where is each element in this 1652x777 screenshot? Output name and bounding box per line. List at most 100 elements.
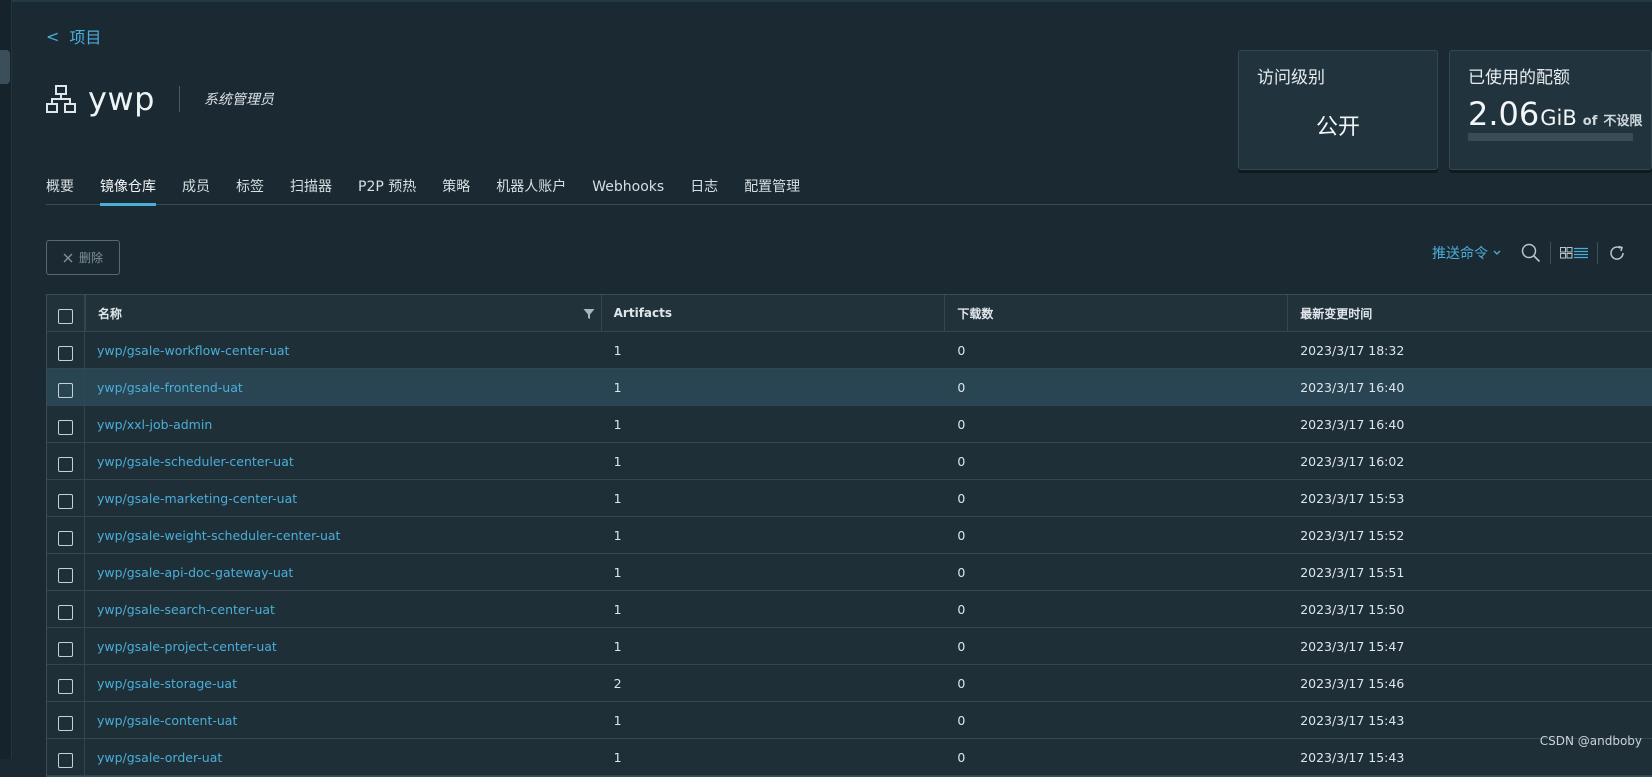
artifacts-cell: 1 xyxy=(613,342,622,358)
column-header-name[interactable]: 名称 xyxy=(84,295,601,331)
row-select-cell xyxy=(47,702,85,738)
repo-link[interactable]: ywp/gsale-project-center-uat xyxy=(97,639,277,654)
access-level-value: 公开 xyxy=(1315,115,1360,140)
push-command-dropdown[interactable]: 推送命令 xyxy=(1432,243,1502,263)
tab-policy[interactable]: 策略 xyxy=(442,176,470,205)
back-arrow-icon: < xyxy=(46,26,60,46)
table-row[interactable]: ywp/gsale-search-center-uat 1 0 2023/3/17 1… xyxy=(47,591,1652,628)
column-header-downloads[interactable]: 下载数 xyxy=(944,295,1287,331)
table-toolbar: 推送命令 xyxy=(1432,241,1652,265)
project-header: ywp 系统管理员 xyxy=(46,80,274,118)
artifacts-cell: 2 xyxy=(613,675,622,691)
repo-link[interactable]: ywp/gsale-search-center-uat xyxy=(97,602,275,617)
downloads-cell: 0 xyxy=(957,601,966,617)
downloads-cell: 0 xyxy=(957,527,966,543)
repo-link[interactable]: ywp/xxl-job-admin xyxy=(97,417,212,432)
repo-link[interactable]: ywp/gsale-storage-uat xyxy=(97,676,237,691)
repo-name-cell: ywp/gsale-project-center-uat xyxy=(85,628,601,664)
artifacts-cell: 1 xyxy=(613,749,622,765)
row-checkbox[interactable] xyxy=(57,567,73,583)
repo-link[interactable]: ywp/gsale-weight-scheduler-center-uat xyxy=(97,528,340,543)
row-select-cell xyxy=(47,554,85,590)
list-view-icon[interactable] xyxy=(1573,242,1589,264)
row-checkbox[interactable] xyxy=(57,715,73,731)
table-row[interactable]: ywp/gsale-order-uat 1 0 2023/3/17 15:43 xyxy=(47,739,1652,776)
row-checkbox[interactable] xyxy=(57,530,73,546)
table-row[interactable]: ywp/gsale-scheduler-center-uat 1 0 2023/3/1… xyxy=(47,443,1652,480)
repo-name-cell: ywp/gsale-frontend-uat xyxy=(85,369,601,405)
column-header-artifacts[interactable]: Artifacts xyxy=(600,295,945,331)
quota-title: 已使用的配额 xyxy=(1468,68,1570,88)
row-checkbox[interactable] xyxy=(57,678,73,694)
table-row[interactable]: ywp/gsale-marketing-center-uat 1 0 2023/3/1… xyxy=(47,480,1652,517)
tab-members[interactable]: 成员 xyxy=(182,176,210,205)
table-row[interactable]: ywp/gsale-storage-uat 2 0 2023/3/17 15:46 xyxy=(47,665,1652,702)
role-label: 系统管理员 xyxy=(203,92,274,108)
artifacts-cell: 1 xyxy=(613,527,622,543)
downloads-cell: 0 xyxy=(957,749,966,765)
refresh-icon[interactable] xyxy=(1606,242,1628,264)
row-checkbox[interactable] xyxy=(57,641,73,657)
table-row[interactable]: ywp/gsale-frontend-uat 1 0 2023/3/17 16:40 xyxy=(47,369,1652,406)
repo-link[interactable]: ywp/gsale-api-doc-gateway-uat xyxy=(97,565,293,580)
select-all-checkbox[interactable] xyxy=(57,308,73,324)
delete-button[interactable]: 删除 xyxy=(46,240,120,275)
artifacts-cell: 1 xyxy=(613,379,622,395)
repo-name-cell: ywp/gsale-order-uat xyxy=(85,739,601,775)
table-row[interactable]: ywp/gsale-workflow-center-uat 1 0 2023/3/17… xyxy=(47,332,1652,369)
repo-link[interactable]: ywp/gsale-workflow-center-uat xyxy=(97,343,289,358)
repo-link[interactable]: ywp/gsale-scheduler-center-uat xyxy=(97,454,294,469)
project-name: ywp xyxy=(88,80,155,118)
filter-icon[interactable] xyxy=(583,308,595,320)
tab-summary[interactable]: 概要 xyxy=(46,176,74,205)
repo-link[interactable]: ywp/gsale-content-uat xyxy=(97,713,237,728)
toolbar-divider xyxy=(1597,242,1598,264)
table-row[interactable]: ywp/gsale-api-doc-gateway-uat 1 0 2023/3/17… xyxy=(47,554,1652,591)
downloads-cell: 0 xyxy=(957,379,966,395)
search-icon[interactable] xyxy=(1520,242,1542,264)
top-border xyxy=(0,0,1652,2)
table-row[interactable]: ywp/xxl-job-admin 1 0 2023/3/17 16:40 xyxy=(47,406,1652,443)
tab-repositories[interactable]: 镜像仓库 xyxy=(100,176,156,206)
repo-link[interactable]: ywp/gsale-marketing-center-uat xyxy=(97,491,297,506)
quota-progress-bar xyxy=(1468,133,1633,141)
downloads-cell: 0 xyxy=(957,638,966,654)
card-view-icon[interactable] xyxy=(1559,242,1573,264)
sidebar-toggle-handle[interactable] xyxy=(0,50,10,84)
tab-p2p-preheat[interactable]: P2P 预热 xyxy=(358,176,416,205)
access-level-card: 访问级别 公开 xyxy=(1238,50,1438,170)
row-checkbox[interactable] xyxy=(57,345,73,361)
table-row[interactable]: ywp/gsale-content-uat 1 0 2023/3/17 15:43 xyxy=(47,702,1652,739)
repo-link[interactable]: ywp/gsale-frontend-uat xyxy=(97,380,243,395)
last-modified-cell: 2023/3/17 16:40 xyxy=(1300,379,1405,395)
chevron-down-icon xyxy=(1493,250,1501,255)
tab-robot-accounts[interactable]: 机器人账户 xyxy=(496,176,566,205)
downloads-cell: 0 xyxy=(957,675,966,691)
artifacts-cell: 1 xyxy=(613,453,622,469)
table-row[interactable]: ywp/gsale-project-center-uat 1 0 2023/3/17 … xyxy=(47,628,1652,665)
tab-labels[interactable]: 标签 xyxy=(236,176,264,205)
back-to-projects-link[interactable]: < 项目 xyxy=(46,24,101,48)
tab-configuration[interactable]: 配置管理 xyxy=(744,176,800,205)
tab-logs[interactable]: 日志 xyxy=(690,176,718,205)
column-header-last-modified[interactable]: 最新变更时间 xyxy=(1287,295,1652,331)
row-checkbox[interactable] xyxy=(57,604,73,620)
row-checkbox[interactable] xyxy=(57,456,73,472)
downloads-cell: 0 xyxy=(957,564,966,580)
row-checkbox[interactable] xyxy=(57,382,73,398)
last-modified-cell: 2023/3/17 15:52 xyxy=(1300,527,1405,543)
repo-link[interactable]: ywp/gsale-order-uat xyxy=(97,750,222,765)
tab-scanner[interactable]: 扫描器 xyxy=(290,176,332,205)
repo-name-cell: ywp/gsale-scheduler-center-uat xyxy=(85,443,601,479)
repo-name-cell: ywp/gsale-api-doc-gateway-uat xyxy=(85,554,601,590)
repo-name-cell: ywp/gsale-weight-scheduler-center-uat xyxy=(85,517,601,553)
row-checkbox[interactable] xyxy=(57,419,73,435)
row-checkbox[interactable] xyxy=(57,493,73,509)
downloads-cell: 0 xyxy=(957,712,966,728)
row-checkbox[interactable] xyxy=(57,752,73,768)
row-select-cell xyxy=(47,406,85,442)
table-row[interactable]: ywp/gsale-weight-scheduler-center-uat 1 0 2… xyxy=(47,517,1652,554)
tab-webhooks[interactable]: Webhooks xyxy=(592,176,664,205)
last-modified-cell: 2023/3/17 15:51 xyxy=(1300,564,1405,580)
downloads-cell: 0 xyxy=(957,490,966,506)
